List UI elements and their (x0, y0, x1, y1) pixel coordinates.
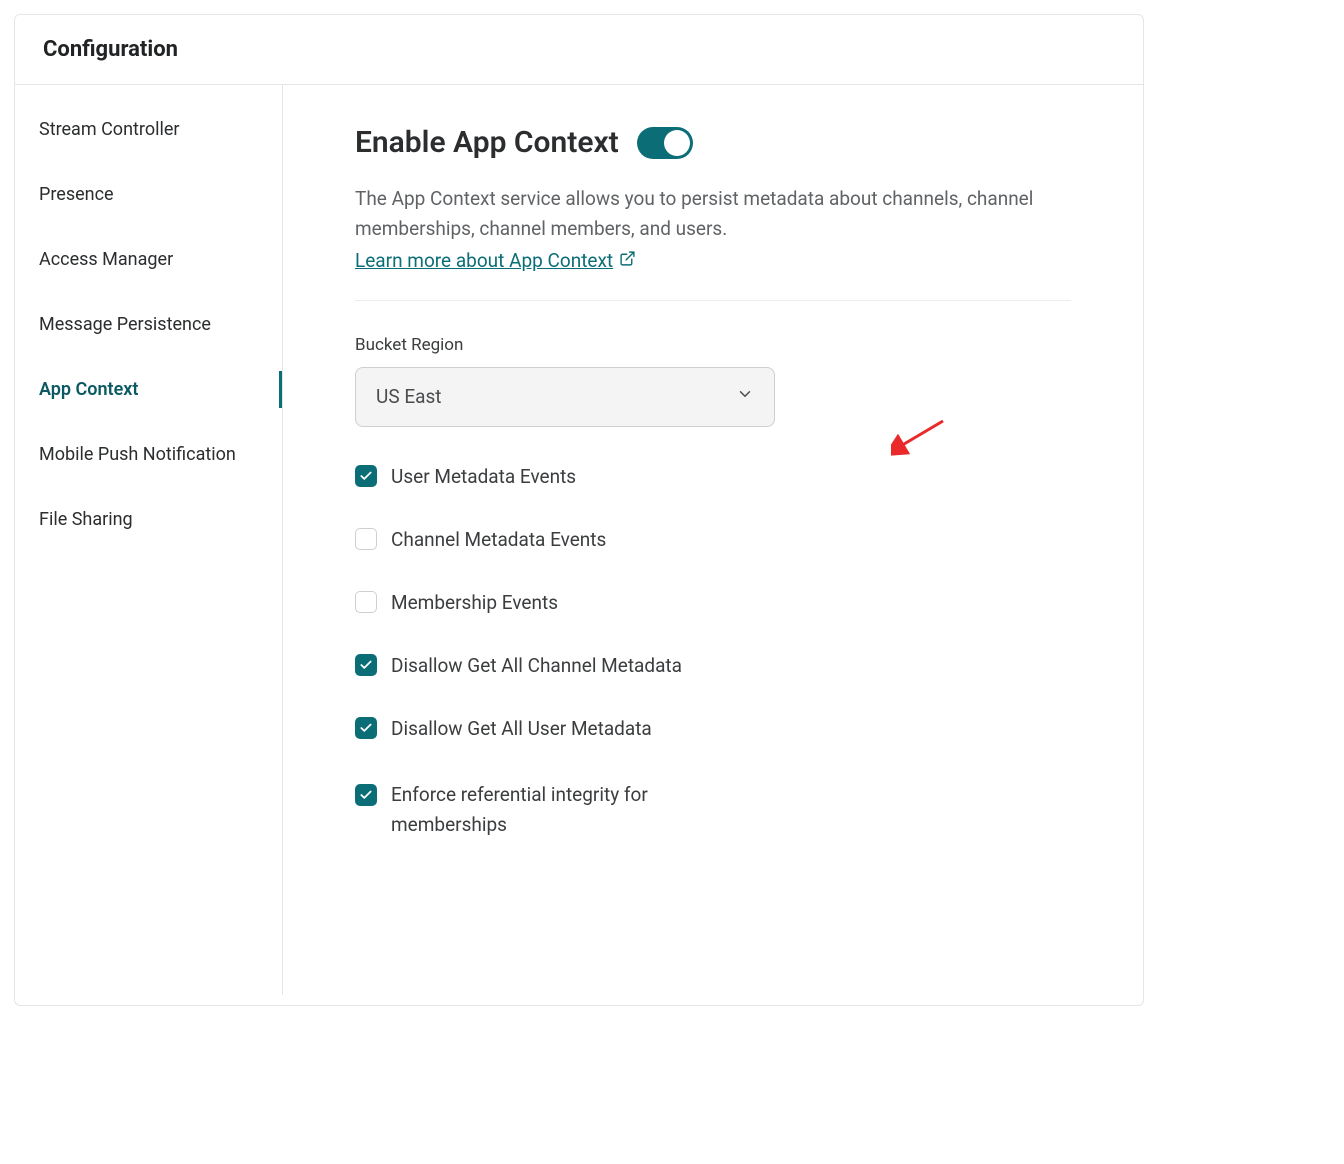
toggle-knob (664, 130, 690, 156)
configuration-panel: Configuration Stream Controller Presence… (14, 14, 1144, 1006)
sidebar-item-label: Message Persistence (39, 314, 211, 335)
content-area: Enable App Context The App Context servi… (283, 85, 1143, 995)
description-text: The App Context service allows you to pe… (355, 184, 1035, 245)
sidebar-item-access-manager[interactable]: Access Manager (15, 227, 282, 292)
checkbox-enforce-referential-integrity[interactable] (355, 784, 377, 806)
checkbox-disallow-get-all-channel-metadata[interactable] (355, 654, 377, 676)
checkbox-label: Disallow Get All User Metadata (391, 717, 652, 740)
sidebar-item-presence[interactable]: Presence (15, 162, 282, 227)
title-row: Enable App Context (355, 125, 1071, 160)
sidebar: Stream Controller Presence Access Manage… (15, 85, 283, 995)
option-disallow-get-all-channel-metadata: Disallow Get All Channel Metadata (355, 654, 1071, 677)
sidebar-item-stream-controller[interactable]: Stream Controller (15, 97, 282, 162)
bucket-region-label: Bucket Region (355, 335, 1071, 355)
enable-app-context-toggle[interactable] (637, 127, 693, 159)
sidebar-item-label: Presence (39, 184, 114, 205)
checkbox-label: Channel Metadata Events (391, 528, 606, 551)
bucket-region-field: Bucket Region US East (355, 335, 1071, 427)
learn-more-label: Learn more about App Context (355, 249, 613, 272)
learn-more-link[interactable]: Learn more about App Context (355, 249, 636, 272)
sidebar-item-label: Access Manager (39, 249, 173, 270)
option-membership-events: Membership Events (355, 591, 1071, 614)
divider (355, 300, 1071, 301)
sidebar-item-label: Mobile Push Notification (39, 444, 236, 465)
panel-body: Stream Controller Presence Access Manage… (15, 85, 1143, 995)
sidebar-item-label: Stream Controller (39, 119, 180, 140)
checkbox-label: Disallow Get All Channel Metadata (391, 654, 682, 677)
sidebar-item-label: File Sharing (39, 509, 133, 530)
bucket-region-value: US East (376, 385, 441, 408)
panel-title: Configuration (43, 37, 1115, 62)
option-user-metadata-events: User Metadata Events (355, 465, 1071, 488)
sidebar-item-app-context[interactable]: App Context (15, 357, 282, 422)
bucket-region-select[interactable]: US East (355, 367, 775, 427)
option-disallow-get-all-user-metadata: Disallow Get All User Metadata (355, 717, 1071, 740)
sidebar-item-mobile-push-notification[interactable]: Mobile Push Notification (15, 422, 282, 487)
checkbox-label: Enforce referential integrity for member… (391, 780, 731, 841)
page-title: Enable App Context (355, 125, 619, 160)
checkbox-membership-events[interactable] (355, 591, 377, 613)
panel-header: Configuration (15, 15, 1143, 85)
option-channel-metadata-events: Channel Metadata Events (355, 528, 1071, 551)
checkbox-user-metadata-events[interactable] (355, 465, 377, 487)
sidebar-item-label: App Context (39, 379, 138, 400)
option-enforce-referential-integrity: Enforce referential integrity for member… (355, 780, 1071, 841)
checkbox-label: Membership Events (391, 591, 558, 614)
checkbox-label: User Metadata Events (391, 465, 576, 488)
chevron-down-icon (736, 385, 754, 408)
external-link-icon (619, 249, 636, 272)
checkbox-channel-metadata-events[interactable] (355, 528, 377, 550)
sidebar-item-file-sharing[interactable]: File Sharing (15, 487, 282, 552)
checkbox-disallow-get-all-user-metadata[interactable] (355, 717, 377, 739)
sidebar-item-message-persistence[interactable]: Message Persistence (15, 292, 282, 357)
